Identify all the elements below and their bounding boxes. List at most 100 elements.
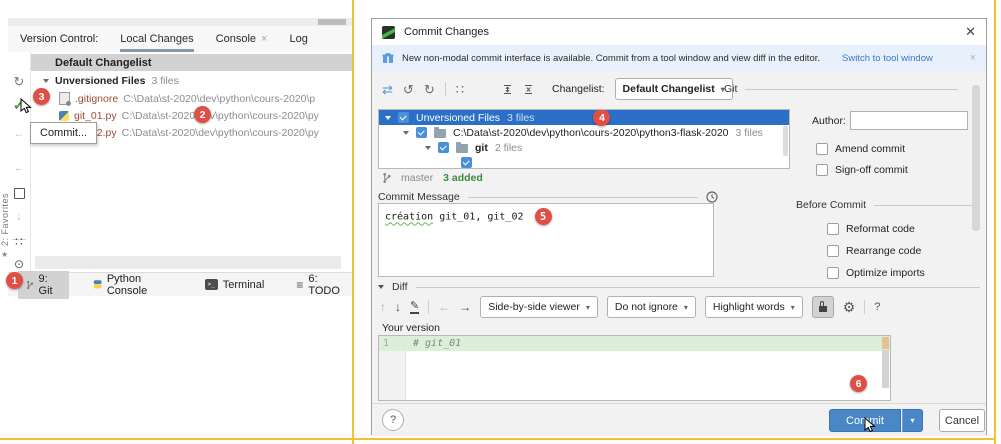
next-file-icon[interactable]: → [459,301,471,313]
changelist-header[interactable]: Default Changelist [31,54,352,71]
commit-message-header: Commit Message [378,191,718,203]
options-scrollbar[interactable] [972,85,980,231]
editor-scrollbar-strip[interactable] [8,18,352,26]
expander-icon[interactable] [385,116,391,120]
file-name: git_01.py [74,110,117,122]
commit-message-input[interactable]: création git_01, git_02 5 [378,203,714,277]
checkbox-unchecked[interactable] [827,267,839,279]
cancel-button[interactable]: Cancel [939,409,985,432]
checkbox-unchecked[interactable] [827,245,839,257]
optimize-imports-option[interactable]: Optimize imports [827,267,925,279]
previous-file-icon[interactable]: ← [438,301,450,313]
commit-dropdown-button[interactable] [902,409,923,432]
refresh-icon[interactable]: ↻ [8,75,30,88]
checkbox-checked[interactable] [416,127,427,138]
lock-icon [819,306,827,312]
annotation-circle-3: 3 [33,88,50,105]
rollback-icon[interactable]: ← [8,130,30,140]
rearrange-code-option[interactable]: Rearrange code [827,245,921,257]
checkbox-checked[interactable] [461,157,472,168]
checkbox-unchecked[interactable] [816,164,828,176]
switch-to-tool-window-link[interactable]: Switch to tool window [842,53,933,64]
group-by-icon[interactable]: ∷ [456,83,464,96]
tree-row-partial[interactable] [379,155,789,169]
jump-to-source-icon[interactable]: ✎ [410,300,419,314]
whitespace-dropdown[interactable]: Do not ignore [607,296,696,318]
show-diff-icon[interactable]: ⇄ [382,83,393,96]
reformat-code-option[interactable]: Reformat code [827,223,915,235]
tab-todo[interactable]: 6: TODO [288,271,352,299]
tree-row-project[interactable]: C:\Data\st-2020\dev\python\cours-2020\py… [379,125,789,140]
expander-icon[interactable] [43,79,49,83]
favorites-toolwindow-label[interactable]: 2: Favorites [0,150,10,246]
whitespace-value: Do not ignore [615,301,678,313]
tree-row-git-folder[interactable]: git 2 files [379,140,789,155]
viewer-mode-dropdown[interactable]: Side-by-side viewer [480,296,598,318]
section-divider [468,197,698,198]
amend-commit-label: Amend commit [835,143,905,155]
refresh-icon[interactable]: ↻ [424,83,435,96]
scrollbar-thumb[interactable] [318,19,346,25]
tab-python-console[interactable]: Python Console [85,271,181,299]
git-branch-icon [26,279,34,291]
checkbox-unchecked[interactable] [816,143,828,155]
diff-settings-gear-icon[interactable]: ⚙ [843,300,856,314]
viewer-mode-value: Side-by-side viewer [488,301,580,313]
diff-viewer[interactable]: 1 # git_01 [378,335,891,401]
diff-scrollbar[interactable] [882,350,889,388]
frame-line-bottom [0,438,996,440]
amend-commit-option[interactable]: Amend commit [816,143,905,155]
rollback-icon-2[interactable]: ← [8,164,30,174]
version-control-panel: Version Control: Local Changes Console ×… [8,18,352,300]
signoff-commit-option[interactable]: Sign-off commit [816,164,908,176]
highlight-dropdown[interactable]: Highlight words [705,296,803,318]
tree-project-count: 3 files [736,127,763,139]
commit-file-tree[interactable]: Unversioned Files 3 files 4 C:\Data\st-2… [378,109,790,169]
unshelve-icon[interactable]: ↓ [8,210,30,222]
commit-message-rest: git_01, git_02 [433,212,523,223]
before-commit-label: Before Commit [796,199,866,211]
group-by-icon[interactable]: ∷ [8,236,30,248]
help-button[interactable]: ? [382,409,404,431]
version-control-label: Version Control: [20,33,98,45]
expand-all-icon[interactable] [502,84,513,95]
changelist-dropdown[interactable]: Default Changelist [615,78,733,100]
unversioned-files-group-row[interactable]: Unversioned Files 3 files [31,73,352,89]
branch-name: master [401,172,433,184]
author-input[interactable] [850,111,968,130]
close-icon[interactable]: × [261,33,267,45]
previous-change-icon[interactable]: ↑ [380,301,386,313]
shelve-icon[interactable] [8,187,30,203]
screenshot-canvas: 2: Favorites ★ Version Control: Local Ch… [0,0,1001,444]
rearrange-code-label: Rearrange code [846,245,921,257]
tree-row-unversioned[interactable]: Unversioned Files 3 files 4 [379,110,789,125]
diff-help-icon[interactable]: ? [874,301,880,313]
signoff-commit-label: Sign-off commit [835,164,908,176]
checkbox-unchecked[interactable] [827,223,839,235]
lock-toggle-button[interactable] [812,296,834,318]
collapse-diff-icon[interactable] [378,285,384,289]
tab-git[interactable]: 9: Git [18,271,69,299]
tab-log[interactable]: Log [289,27,307,52]
rollback-icon[interactable]: ↺ [403,83,414,96]
close-icon[interactable]: ✕ [965,24,976,40]
checkbox-checked[interactable] [398,112,409,123]
expander-icon[interactable] [425,146,431,150]
changelist-value: Default Changelist [623,83,715,95]
author-row: Author: [812,115,846,127]
next-change-icon[interactable]: ↓ [395,301,401,313]
tab-console[interactable]: Console × [216,27,268,52]
file-row-gitignore[interactable]: .gitignore C:\Data\st-2020\dev\python\co… [31,90,352,107]
expander-icon[interactable] [403,131,409,135]
tab-local-changes[interactable]: Local Changes [120,27,193,52]
collapse-all-icon[interactable] [523,84,534,95]
horizontal-scrollbar-track[interactable] [35,256,341,269]
tab-terminal[interactable]: Terminal [197,277,273,293]
banner-close-icon[interactable]: × [970,52,976,64]
tree-scrollbar[interactable] [783,126,788,156]
history-clock-icon[interactable] [706,191,718,203]
divider-line-vertical [352,0,354,444]
checkbox-checked[interactable] [438,142,449,153]
diff-section-header: Diff [378,281,980,293]
preview-eye-icon[interactable]: ⊙ [8,258,30,270]
